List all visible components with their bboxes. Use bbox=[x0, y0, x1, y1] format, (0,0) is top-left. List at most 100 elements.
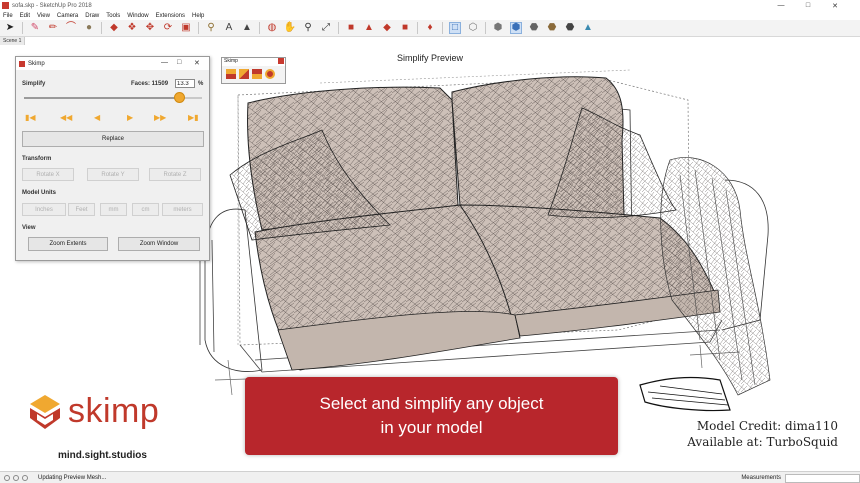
zoom-extents-icon[interactable]: ⤢ bbox=[320, 22, 332, 34]
toolbar-divider bbox=[442, 22, 443, 34]
menu-tools[interactable]: Tools bbox=[106, 13, 120, 19]
sketchup-app-icon bbox=[2, 2, 9, 9]
toolbar-divider bbox=[101, 22, 102, 34]
simplify-slider[interactable] bbox=[24, 92, 202, 103]
dialog-maximize-button[interactable]: □ bbox=[177, 59, 181, 66]
menu-draw[interactable]: Draw bbox=[85, 13, 99, 19]
skimp-logo-icon bbox=[30, 394, 60, 429]
skimp-simplify-icon[interactable] bbox=[239, 69, 249, 79]
minimize-button[interactable]: — bbox=[770, 0, 792, 11]
skimp-import-icon[interactable] bbox=[226, 69, 236, 79]
menu-help[interactable]: Help bbox=[192, 13, 204, 19]
title-bar: sofa.skp - SketchUp Pro 2018 — □ ✕ bbox=[0, 0, 860, 11]
measurements-box[interactable] bbox=[785, 473, 860, 483]
xray-style-icon[interactable]: □ bbox=[449, 22, 461, 34]
toolbar-divider bbox=[417, 22, 418, 34]
last-step-icon[interactable]: ▶▮ bbox=[188, 113, 199, 122]
status-text: Updating Preview Mesh... bbox=[38, 474, 107, 481]
skimp-toolbar-title: Skimp bbox=[222, 58, 285, 66]
skimp-settings-icon[interactable] bbox=[265, 69, 275, 79]
menu-edit[interactable]: Edit bbox=[20, 13, 30, 19]
shaded-style-icon[interactable]: ⬣ bbox=[528, 22, 540, 34]
rotate-y-button[interactable]: Rotate Y bbox=[87, 168, 139, 181]
back-edges-style-icon[interactable]: ⬡ bbox=[467, 22, 479, 34]
share-model-icon[interactable]: ▲ bbox=[363, 22, 375, 34]
fast-forward-icon[interactable]: ▶▶ bbox=[154, 113, 166, 122]
tape-measure-tool-icon[interactable]: ⚲ bbox=[205, 22, 217, 34]
menu-bar: File Edit View Camera Draw Tools Window … bbox=[0, 11, 860, 20]
menu-camera[interactable]: Camera bbox=[57, 13, 78, 19]
shaded-textures-style-icon[interactable]: ⬣ bbox=[546, 22, 558, 34]
line-tool-icon[interactable]: ✏ bbox=[47, 22, 59, 34]
zoom-extents-button[interactable]: Zoom Extents bbox=[28, 237, 108, 251]
rotate-z-button[interactable]: Rotate Z bbox=[149, 168, 201, 181]
monochrome-style-icon[interactable]: ⬣ bbox=[564, 22, 576, 34]
dialog-minimize-button[interactable]: — bbox=[161, 59, 168, 66]
rotate-x-button[interactable]: Rotate X bbox=[22, 168, 74, 181]
text-tool-icon[interactable]: A bbox=[223, 22, 235, 34]
shape-tool-icon[interactable]: ● bbox=[83, 22, 95, 34]
menu-window[interactable]: Window bbox=[127, 13, 148, 19]
hidden-line-style-icon[interactable]: ⬢ bbox=[510, 22, 522, 34]
step-back-icon[interactable]: ◀ bbox=[94, 113, 100, 122]
dialog-title-bar: Skimp — □ ✕ bbox=[16, 57, 209, 70]
zoom-window-button[interactable]: Zoom Window bbox=[118, 237, 200, 251]
extension-warehouse-icon[interactable]: ◆ bbox=[381, 22, 393, 34]
menu-view[interactable]: View bbox=[37, 13, 50, 19]
geo-location-icon[interactable] bbox=[4, 474, 10, 481]
step-forward-icon[interactable]: ▶ bbox=[127, 113, 133, 122]
slider-thumb[interactable] bbox=[173, 92, 185, 103]
banner-line-1: Select and simplify any object bbox=[319, 394, 544, 413]
skimp-house-icon[interactable] bbox=[252, 69, 262, 79]
menu-file[interactable]: File bbox=[3, 13, 13, 19]
arc-tool-icon[interactable]: ⌒ bbox=[65, 22, 77, 34]
move-tool-icon[interactable]: ✥ bbox=[144, 22, 156, 34]
menu-extensions[interactable]: Extensions bbox=[156, 13, 185, 19]
ruby-icon[interactable]: ♦ bbox=[424, 22, 436, 34]
dialog-title: Skimp bbox=[28, 60, 45, 67]
sketchup-window: sofa.skp - SketchUp Pro 2018 — □ ✕ File … bbox=[0, 0, 860, 483]
skimp-dialog: Skimp — □ ✕ Simplify Faces: 11509 % ▮◀ ◀… bbox=[15, 56, 210, 261]
wireframe-style-icon[interactable]: ⬢ bbox=[492, 22, 504, 34]
rewind-icon[interactable]: ◀◀ bbox=[60, 113, 72, 122]
units-inches-button[interactable]: Inches bbox=[22, 203, 66, 216]
faces-label: Faces: 11509 bbox=[131, 81, 169, 87]
zoom-tool-icon[interactable]: ⚲ bbox=[302, 22, 314, 34]
units-feet-button[interactable]: Feet bbox=[68, 203, 95, 216]
offset-tool-icon[interactable]: ❖ bbox=[126, 22, 138, 34]
units-mm-button[interactable]: mm bbox=[100, 203, 127, 216]
toolbar-divider bbox=[259, 22, 260, 34]
scene-tab[interactable]: Scene 1 bbox=[0, 37, 26, 45]
rotate-tool-icon[interactable]: ⟳ bbox=[162, 22, 174, 34]
scale-tool-icon[interactable]: ▣ bbox=[180, 22, 192, 34]
simplify-percent-input[interactable] bbox=[175, 79, 195, 88]
units-cm-button[interactable]: cm bbox=[132, 203, 159, 216]
credit-line-1: Model Credit: dima110 bbox=[696, 419, 838, 433]
credits-icon[interactable] bbox=[13, 474, 19, 481]
paint-bucket-tool-icon[interactable]: ▲ bbox=[241, 22, 253, 34]
toolbar-divider bbox=[198, 22, 199, 34]
eraser-tool-icon[interactable]: ✎ bbox=[29, 22, 41, 34]
warehouse-icon[interactable]: ■ bbox=[345, 22, 357, 34]
replace-button[interactable]: Replace bbox=[22, 131, 204, 147]
skimp-brand: skimp bbox=[28, 392, 159, 431]
model-units-label: Model Units bbox=[22, 190, 56, 196]
select-tool-icon[interactable]: ➤ bbox=[4, 22, 16, 34]
dialog-close-button[interactable]: ✕ bbox=[194, 59, 200, 67]
pan-tool-icon[interactable]: ✋ bbox=[284, 22, 296, 34]
model-credit: Model Credit: dima110 Available at: Turb… bbox=[687, 418, 838, 450]
skimp-toolbar-close-icon[interactable] bbox=[278, 58, 284, 64]
layout-icon[interactable]: ■ bbox=[399, 22, 411, 34]
window-title: sofa.skp - SketchUp Pro 2018 bbox=[12, 2, 92, 9]
close-window-button[interactable]: ✕ bbox=[824, 0, 846, 11]
brand-name: skimp bbox=[68, 392, 160, 430]
push-pull-tool-icon[interactable]: ◆ bbox=[108, 22, 120, 34]
help-icon[interactable] bbox=[22, 474, 28, 481]
units-meters-button[interactable]: meters bbox=[162, 203, 203, 216]
orbit-tool-icon[interactable]: ◍ bbox=[266, 22, 278, 34]
sandbox-style-icon[interactable]: ▲ bbox=[582, 22, 594, 34]
maximize-button[interactable]: □ bbox=[797, 0, 819, 11]
skimp-toolbar-label: Skimp bbox=[224, 58, 238, 64]
first-step-icon[interactable]: ▮◀ bbox=[25, 113, 36, 122]
banner-line-2: in your model bbox=[380, 418, 483, 437]
